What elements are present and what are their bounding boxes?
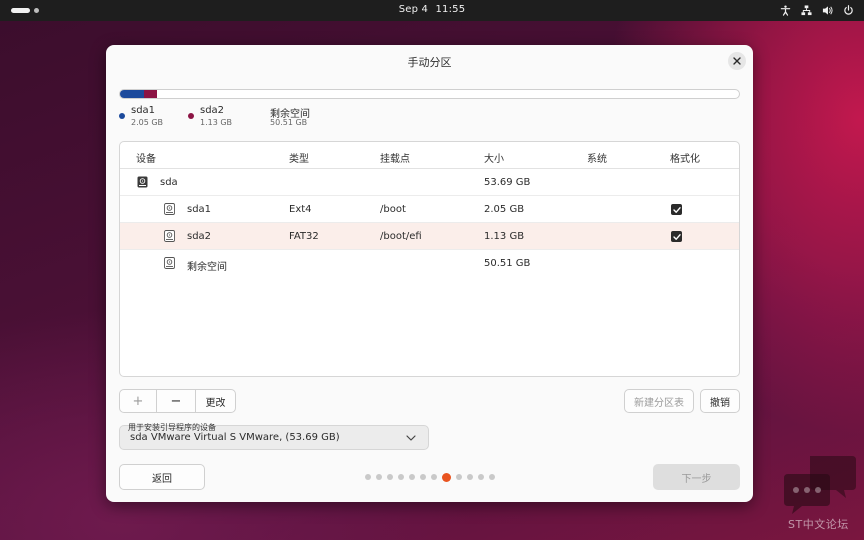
column-mount[interactable]: 挂载点 [380, 150, 410, 165]
new-table-label: 新建分区表 [634, 397, 684, 409]
volume-icon[interactable] [821, 5, 833, 17]
legend-name: sda2 [200, 105, 225, 116]
step-dot [409, 474, 415, 480]
close-icon [733, 57, 741, 65]
column-device[interactable]: 设备 [136, 150, 156, 165]
table-row[interactable]: sda 53.69 GB [120, 169, 739, 196]
column-format[interactable]: 格式化 [670, 150, 700, 165]
cell-size: 1.13 GB [484, 231, 525, 242]
top-bar: Sep 4 11:55 [0, 0, 864, 21]
table-row[interactable]: 剩余空间 50.51 GB [120, 250, 739, 277]
add-partition-button[interactable]: + [119, 389, 157, 413]
step-dot-active [442, 472, 451, 482]
accessibility-icon[interactable] [779, 5, 791, 17]
cell-size: 2.05 GB [484, 204, 525, 215]
legend-size: 1.13 GB [200, 118, 233, 127]
table-row-selected[interactable]: sda2 FAT32 /boot/efi 1.13 GB [120, 223, 739, 250]
back-button[interactable]: 返回 [119, 464, 205, 490]
hard-disk-icon [137, 176, 148, 188]
power-icon[interactable] [842, 5, 854, 17]
step-dot [467, 474, 473, 480]
step-dot [420, 474, 426, 480]
close-button[interactable] [728, 52, 746, 70]
cell-mount: /boot [380, 204, 406, 215]
legend-name: sda1 [131, 105, 156, 116]
step-indicator [365, 472, 495, 482]
network-icon[interactable] [800, 5, 812, 17]
system-tray[interactable] [779, 3, 854, 18]
legend-size: 50.51 GB [270, 118, 308, 127]
table-row[interactable]: sda1 Ext4 /boot 2.05 GB [120, 196, 739, 223]
format-checkbox[interactable] [671, 231, 682, 242]
clock-time: 11:55 [435, 4, 466, 15]
cell-type: FAT32 [289, 231, 319, 242]
bootloader-value: sda VMware Virtual S VMware, (53.69 GB) [130, 432, 340, 443]
step-dot [431, 474, 437, 480]
disk-usage-bar [119, 89, 740, 99]
table-header: 设备 类型 挂载点 大小 系统 格式化 [120, 142, 739, 169]
check-icon [672, 233, 681, 240]
cell-type: Ext4 [289, 204, 312, 215]
format-checkbox[interactable] [671, 204, 682, 215]
step-dot [478, 474, 484, 480]
dialog-title: 手动分区 [407, 56, 452, 69]
step-dot [398, 474, 404, 480]
next-label: 下一步 [681, 473, 712, 485]
legend-size: 2.05 GB [131, 118, 164, 127]
step-dot [456, 474, 462, 480]
remove-partition-button[interactable]: − [157, 389, 196, 413]
revert-button[interactable]: 撤销 [700, 389, 740, 413]
cell-mount: /boot/efi [380, 231, 422, 242]
step-dot [489, 474, 495, 480]
minus-icon: − [170, 393, 182, 409]
change-label: 更改 [205, 397, 226, 409]
revert-label: 撤销 [710, 397, 730, 409]
cell-device: 剩余空间 [187, 262, 227, 273]
usage-segment-sda1 [120, 90, 144, 98]
column-size[interactable]: 大小 [484, 150, 504, 165]
step-dot [387, 474, 393, 480]
check-icon [672, 206, 681, 213]
legend-dot [188, 113, 194, 119]
cell-size: 50.51 GB [484, 258, 531, 269]
legend-dot [119, 113, 125, 119]
step-dot [365, 474, 371, 480]
new-partition-table-button[interactable]: 新建分区表 [624, 389, 694, 413]
watermark-text: ST中文论坛 [788, 518, 849, 531]
bootloader-device-select[interactable]: 用于安装引导程序的设备 sda VMware Virtual S VMware,… [119, 423, 429, 450]
usage-segment-sda2 [144, 90, 157, 98]
cell-size: 53.69 GB [484, 177, 531, 188]
partition-icon [164, 230, 175, 242]
cell-device: sda1 [187, 204, 212, 215]
column-type[interactable]: 类型 [289, 150, 309, 165]
step-dot [376, 474, 382, 480]
cell-device: sda2 [187, 231, 212, 242]
clock[interactable]: Sep 4 11:55 [0, 4, 864, 15]
partition-icon [164, 203, 175, 215]
partition-table: 设备 类型 挂载点 大小 系统 格式化 sda 53.69 GB sda1 Ex… [119, 141, 740, 377]
chevron-down-icon [406, 435, 416, 441]
change-partition-button[interactable]: 更改 [196, 389, 236, 413]
manual-partition-dialog: 手动分区 sda1 2.05 GB sda2 1.13 GB 剩余空间 50.5… [106, 45, 753, 502]
clock-date: Sep 4 [398, 4, 429, 15]
column-system[interactable]: 系统 [587, 150, 607, 165]
plus-icon: + [132, 393, 144, 409]
partition-icon [164, 257, 175, 269]
cell-device: sda [160, 177, 178, 188]
back-label: 返回 [152, 473, 172, 485]
next-button[interactable]: 下一步 [653, 464, 740, 490]
